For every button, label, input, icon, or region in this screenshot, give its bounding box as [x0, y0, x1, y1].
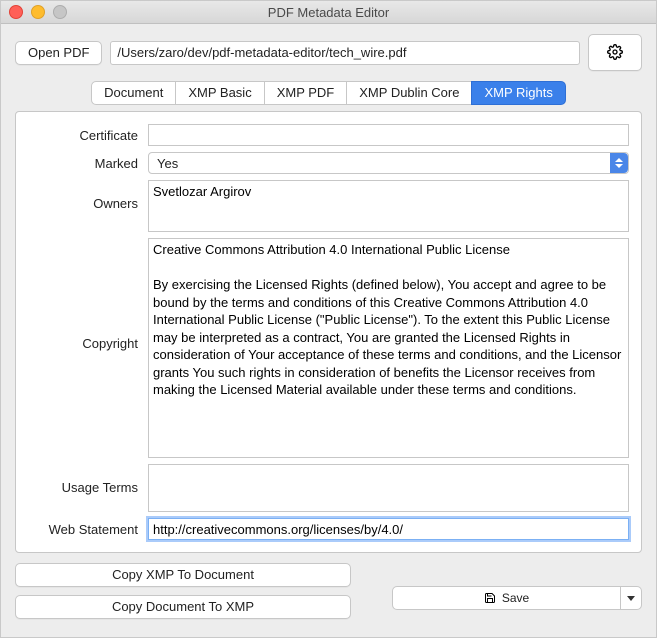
bottom-right-group: Save	[349, 563, 642, 619]
label-usage-terms: Usage Terms	[28, 480, 148, 495]
caret-down-icon	[627, 596, 635, 601]
window-controls	[1, 5, 67, 19]
certificate-field[interactable]	[148, 124, 629, 146]
open-pdf-button[interactable]: Open PDF	[15, 41, 102, 65]
save-button[interactable]: Save	[392, 586, 621, 610]
save-split-button: Save	[392, 586, 642, 610]
row-web-statement: Web Statement	[28, 518, 629, 540]
marked-select-value: Yes	[148, 152, 629, 174]
copy-xmp-to-document-button[interactable]: Copy XMP To Document	[15, 563, 351, 587]
bottom-bar: Copy XMP To Document Copy Document To XM…	[1, 553, 656, 619]
zoom-icon[interactable]	[53, 5, 67, 19]
app-window: PDF Metadata Editor Open PDF Document XM…	[0, 0, 657, 638]
row-owners: Owners	[28, 180, 629, 232]
chevron-up-icon	[615, 158, 623, 162]
row-certificate: Certificate	[28, 124, 629, 146]
floppy-icon	[484, 592, 496, 604]
usage-terms-field[interactable]	[148, 464, 629, 512]
bottom-left-group: Copy XMP To Document Copy Document To XM…	[15, 563, 325, 619]
close-icon[interactable]	[9, 5, 23, 19]
tab-bar: Document XMP Basic XMP PDF XMP Dublin Co…	[1, 79, 656, 105]
marked-select[interactable]: Yes	[148, 152, 629, 174]
owners-field[interactable]	[148, 180, 629, 232]
label-certificate: Certificate	[28, 128, 148, 143]
copy-document-to-xmp-button[interactable]: Copy Document To XMP	[15, 595, 351, 619]
label-web-statement: Web Statement	[28, 522, 148, 537]
titlebar: PDF Metadata Editor	[1, 1, 656, 24]
minimize-icon[interactable]	[31, 5, 45, 19]
panel-wrap: Certificate Marked Yes Owners Copyrig	[1, 105, 656, 553]
row-usage-terms: Usage Terms	[28, 464, 629, 512]
window-title: PDF Metadata Editor	[1, 5, 656, 20]
row-copyright: Copyright	[28, 238, 629, 458]
tab-xmp-pdf[interactable]: XMP PDF	[264, 81, 348, 105]
tab-xmp-rights[interactable]: XMP Rights	[471, 81, 565, 105]
copyright-field[interactable]	[148, 238, 629, 458]
settings-button[interactable]	[588, 34, 642, 71]
save-dropdown-button[interactable]	[621, 586, 642, 610]
tab-document[interactable]: Document	[91, 81, 176, 105]
tab-xmp-basic[interactable]: XMP Basic	[175, 81, 264, 105]
label-owners: Owners	[28, 196, 148, 211]
web-statement-field[interactable]	[148, 518, 629, 540]
save-button-label: Save	[502, 591, 529, 605]
tab-xmp-dublin-core[interactable]: XMP Dublin Core	[346, 81, 472, 105]
label-copyright: Copyright	[28, 336, 148, 351]
row-marked: Marked Yes	[28, 152, 629, 174]
gear-icon	[607, 44, 623, 60]
toolbar: Open PDF	[1, 24, 656, 79]
xmp-rights-panel: Certificate Marked Yes Owners Copyrig	[15, 111, 642, 553]
label-marked: Marked	[28, 156, 148, 171]
select-stepper-icon	[610, 153, 628, 173]
tabstrip: Document XMP Basic XMP PDF XMP Dublin Co…	[91, 81, 566, 105]
file-path-field[interactable]	[110, 41, 580, 65]
chevron-down-icon	[615, 164, 623, 168]
